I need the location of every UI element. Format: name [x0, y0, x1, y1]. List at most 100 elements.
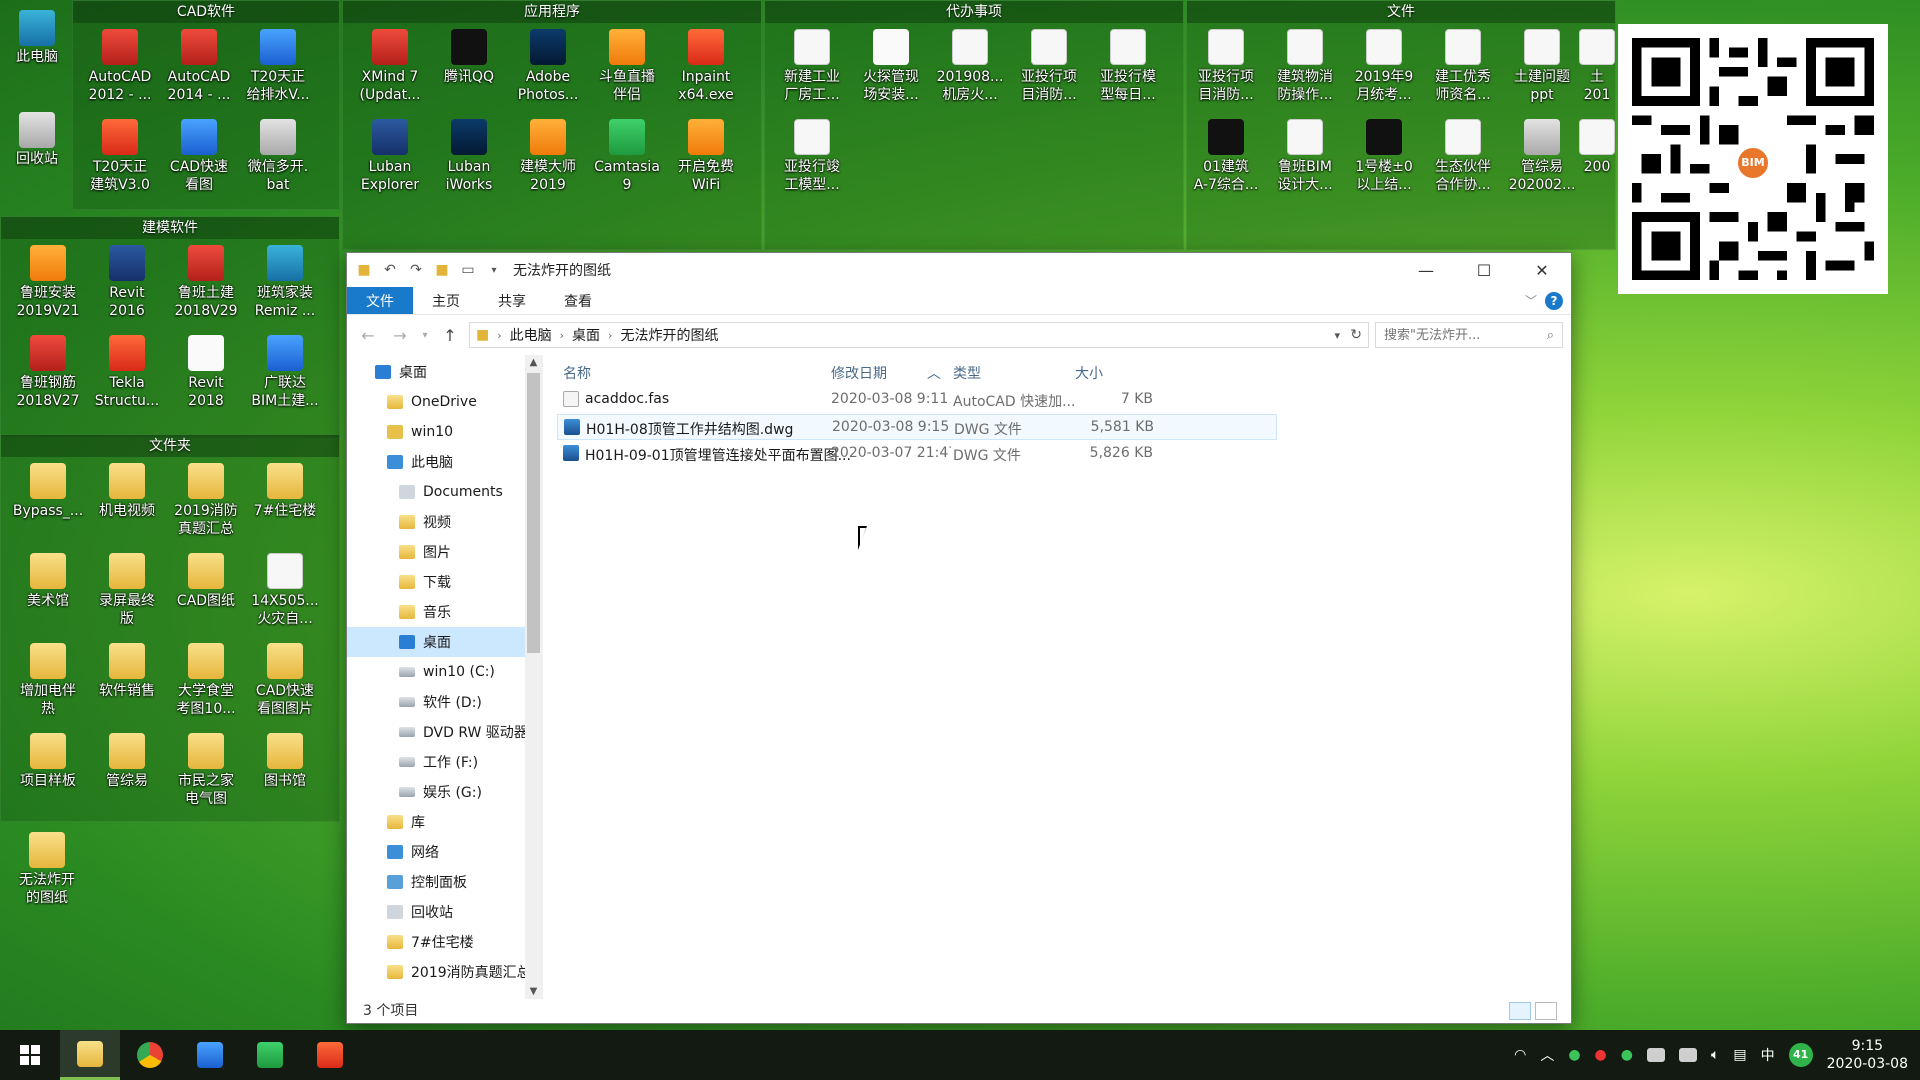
clock[interactable]: 9:15 2020-03-08 [1827, 1037, 1908, 1073]
icon-modeling-master[interactable]: 建模大师 2019 [509, 113, 587, 194]
icon-douyu[interactable]: 斗鱼直播 伴侣 [588, 23, 666, 104]
search-box[interactable]: ⌕ [1375, 322, 1563, 348]
address-dropdown-icon[interactable]: ▾ [1334, 329, 1340, 342]
nav-item[interactable]: Documents [347, 477, 542, 507]
wechat-icon[interactable]: ● [1568, 1047, 1580, 1063]
icon-todo-doc-6[interactable]: 亚投行竣 工模型... [773, 113, 851, 194]
file-row[interactable]: H01H-08顶管工作井结构图.dwg 2020-03-08 9:15 DWG 文件… [557, 414, 1277, 440]
scroll-down-icon[interactable]: ▼ [525, 986, 542, 997]
nav-item[interactable]: OneDrive [347, 387, 542, 417]
large-icons-view-icon[interactable] [1535, 1002, 1557, 1020]
nav-item[interactable]: 工作 (F:) [347, 747, 542, 777]
wifi-icon[interactable]: ◠ [1514, 1047, 1526, 1063]
details-view-icon[interactable] [1509, 1002, 1531, 1020]
file-row[interactable]: H01H-09-01顶管埋管连接处平面布置图... 2020-03-07 21:4… [557, 441, 1277, 467]
nav-item[interactable]: 网络 [347, 837, 542, 867]
column-date[interactable]: 修改日期 [831, 363, 887, 383]
new-folder-icon[interactable]: ■ [433, 261, 451, 279]
up-arrow-icon[interactable]: ↑ [437, 326, 463, 345]
network-icon[interactable] [1678, 1048, 1697, 1062]
folder-project-template[interactable]: 项目样板 [9, 727, 87, 790]
nav-item[interactable]: 软件 (D:) [347, 687, 542, 717]
nav-item[interactable]: DVD RW 驱动器 [347, 717, 542, 747]
back-arrow-icon[interactable]: ← [355, 326, 381, 345]
icon-todo-doc-5[interactable]: 亚投行模 型每日... [1089, 23, 1167, 104]
nav-item[interactable]: 桌面 [347, 357, 542, 387]
folder-fire-exam[interactable]: 2019消防 真题汇总 [167, 457, 245, 538]
forward-arrow-icon[interactable]: → [387, 326, 413, 345]
notification-icon[interactable]: ▤ [1733, 1047, 1746, 1063]
nav-item[interactable]: 2019消防真题汇总 [347, 957, 542, 987]
icon-file-8[interactable]: 鲁班BIM 设计大... [1266, 113, 1344, 194]
properties-icon[interactable]: ▭ [459, 261, 477, 279]
icon-camtasia[interactable]: Camtasia 9 [588, 113, 666, 194]
nav-item[interactable]: 娱乐 (G:) [347, 777, 542, 807]
folder-mep-video[interactable]: 机电视频 [88, 457, 166, 520]
icon-file-6[interactable]: 土 201 [1579, 23, 1615, 104]
icon-file-1[interactable]: 亚投行项 目消防... [1187, 23, 1265, 104]
nav-item[interactable]: 视频 [347, 507, 542, 537]
folder-art-museum[interactable]: 美术馆 [9, 547, 87, 610]
minimize-button[interactable]: — [1397, 253, 1455, 287]
folder-software-sales[interactable]: 软件销售 [88, 637, 166, 700]
nav-item[interactable]: 控制面板 [347, 867, 542, 897]
icon-cad-viewer[interactable]: CAD快速 看图 [160, 113, 238, 194]
icon-autocad-2012[interactable]: AutoCAD 2012 - ... [81, 23, 159, 104]
icon-revit-2018[interactable]: Revit 2018 [167, 329, 245, 410]
undo-icon[interactable]: ↶ [381, 261, 399, 279]
icon-file-5[interactable]: 土建问题 ppt [1503, 23, 1581, 104]
taskbar-chrome[interactable] [120, 1030, 180, 1080]
icon-wechat-bat[interactable]: 微信多开. bat [239, 113, 317, 194]
folder-unexplodable-drawings[interactable]: 无法炸开 的图纸 [8, 826, 86, 907]
search-input[interactable] [1384, 327, 1514, 343]
tray-app-icon[interactable]: ● [1595, 1047, 1607, 1063]
icon-file-9[interactable]: 1号楼±0 以上结... [1345, 113, 1423, 194]
icon-luban-civil[interactable]: 鲁班土建 2018V29 [167, 239, 245, 320]
tab-file[interactable]: 文件 [347, 287, 413, 314]
recent-locations-icon[interactable]: ▾ [419, 330, 431, 341]
folder-heat-tracing[interactable]: 增加电伴 热 [9, 637, 87, 718]
taskbar-wps[interactable] [180, 1030, 240, 1080]
redo-icon[interactable]: ↷ [407, 261, 425, 279]
nav-item[interactable]: win10 [347, 417, 542, 447]
column-name[interactable]: 名称 [563, 363, 591, 383]
icon-revit-2016[interactable]: Revit 2016 [88, 239, 166, 320]
icon-photoshop[interactable]: Adobe Photos... [509, 23, 587, 104]
scroll-thumb[interactable] [527, 373, 540, 653]
taskbar-camtasia[interactable] [240, 1030, 300, 1080]
icon-qq[interactable]: 腾讯QQ [430, 23, 508, 86]
close-button[interactable]: ✕ [1513, 253, 1571, 287]
icon-todo-doc-2[interactable]: 火探管现 场安装... [852, 23, 930, 104]
icon-file-10[interactable]: 生态伙伴 合作协... [1424, 113, 1502, 194]
icon-xmind[interactable]: XMind 7 (Updat... [351, 23, 429, 104]
icon-t20-architecture[interactable]: T20天正 建筑V3.0 [81, 113, 159, 194]
folder-library[interactable]: 图书馆 [246, 727, 324, 790]
customize-toolbar-icon[interactable]: ▾ [485, 261, 503, 279]
notification-count-badge[interactable]: 41 [1788, 1043, 1813, 1067]
icon-autocad-2014[interactable]: AutoCAD 2014 - ... [160, 23, 238, 104]
nav-item[interactable]: 图片 [347, 537, 542, 567]
column-type[interactable]: 类型 [953, 363, 981, 383]
show-hidden-icons-icon[interactable]: ︿ [1540, 1045, 1554, 1065]
column-size[interactable]: 大小 [1075, 363, 1103, 383]
refresh-icon[interactable]: ↻ [1350, 327, 1362, 343]
icon-todo-doc-3[interactable]: 201908... 机房火... [931, 23, 1009, 104]
icon-t20-water[interactable]: T20天正 给排水V... [239, 23, 317, 104]
tab-view[interactable]: 查看 [545, 287, 611, 314]
icon-file-3[interactable]: 2019年9 月统考... [1345, 23, 1423, 104]
icon-todo-doc-4[interactable]: 亚投行项 目消防... [1010, 23, 1088, 104]
nav-item[interactable]: 音乐 [347, 597, 542, 627]
scroll-up-icon[interactable]: ▲ [525, 357, 542, 368]
nav-scrollbar[interactable]: ▲ ▼ [525, 355, 542, 999]
taskbar-camtasia-recorder[interactable] [300, 1030, 360, 1080]
tab-share[interactable]: 共享 [479, 287, 545, 314]
nav-item[interactable]: 桌面 [347, 627, 542, 657]
icon-luban-explorer[interactable]: Luban Explorer [351, 113, 429, 194]
desktop-icon-this-pc[interactable]: 此电脑 [2, 6, 72, 66]
icon-file-4[interactable]: 建工优秀 师资名... [1424, 23, 1502, 104]
icon-free-wifi[interactable]: 开启免费 WiFi [667, 113, 745, 194]
icon-luban-iworks[interactable]: Luban iWorks [430, 113, 508, 194]
wechat-work-icon[interactable]: ● [1621, 1047, 1633, 1063]
volume-icon[interactable]: 🔈︎ [1711, 1047, 1719, 1063]
icon-todo-doc-1[interactable]: 新建工业 厂房工... [773, 23, 851, 104]
